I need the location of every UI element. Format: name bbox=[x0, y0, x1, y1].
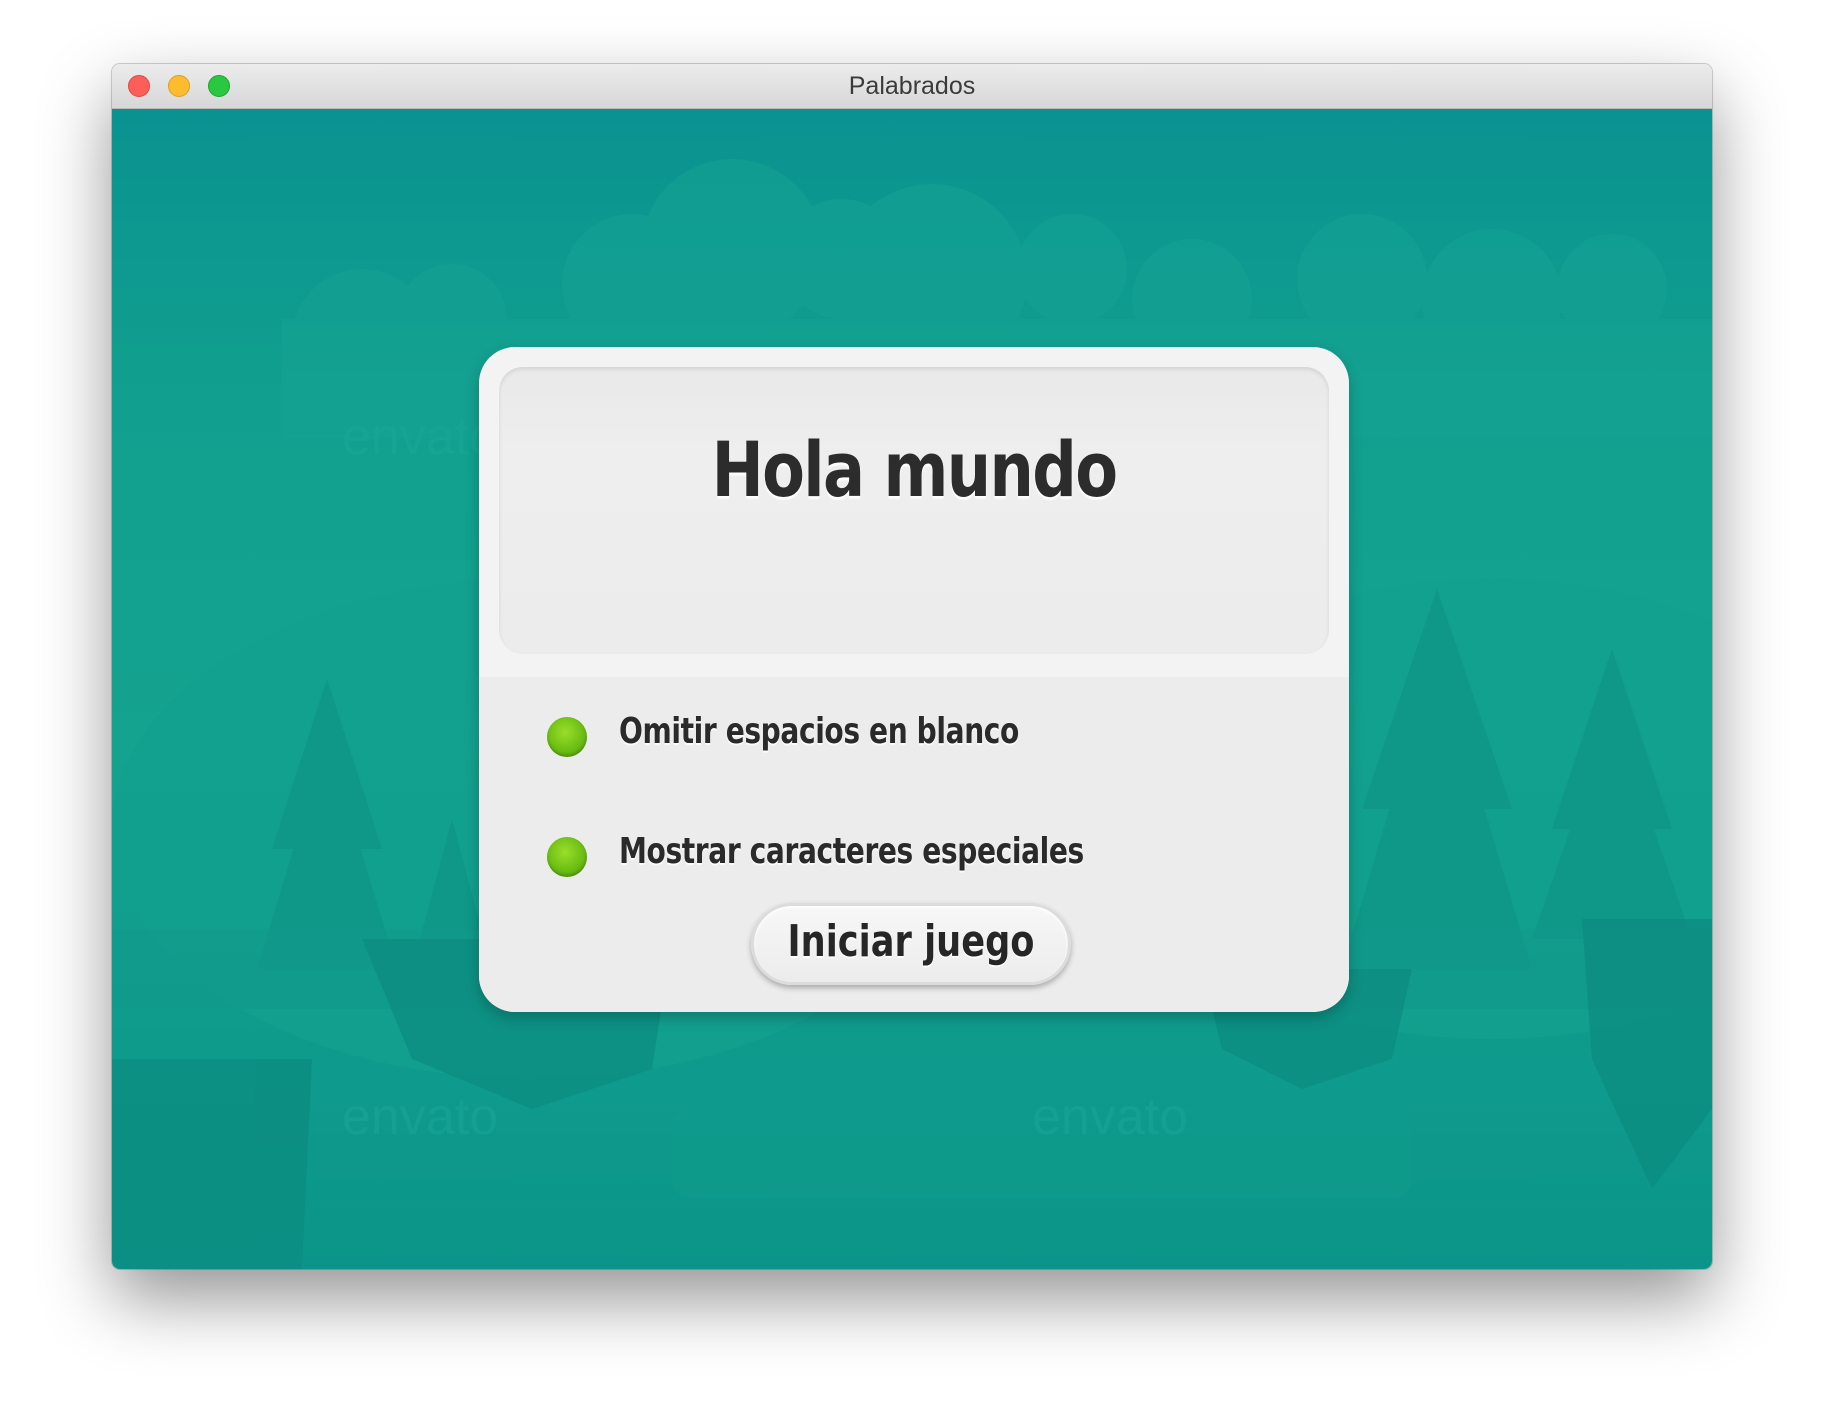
game-background: envato envato envato Hola mundo Omitir e… bbox=[112, 109, 1712, 1269]
option-skip-whitespace[interactable]: Omitir espacios en blanco bbox=[479, 707, 1349, 767]
green-dot-icon[interactable] bbox=[547, 837, 587, 877]
green-dot-icon[interactable] bbox=[547, 717, 587, 757]
window-title: Palabrados bbox=[848, 72, 976, 100]
card-title: Hola mundo bbox=[711, 425, 1118, 514]
option-label: Mostrar caracteres especiales bbox=[619, 831, 1084, 872]
watermark-text: envato bbox=[1032, 1088, 1188, 1146]
option-label: Omitir espacios en blanco bbox=[619, 711, 1019, 752]
start-game-button[interactable]: Iniciar juego bbox=[751, 903, 1071, 985]
title-bar[interactable]: Palabrados bbox=[112, 64, 1712, 109]
app-window: Palabrados envato envato envato Hola mun… bbox=[112, 64, 1712, 1269]
watermark-text: envato bbox=[342, 1088, 498, 1146]
start-game-button-label: Iniciar juego bbox=[787, 916, 1035, 967]
title-panel: Hola mundo bbox=[499, 367, 1329, 654]
settings-card: Hola mundo Omitir espacios en blanco Mos… bbox=[479, 347, 1349, 1012]
watermark-text: envato bbox=[342, 408, 498, 466]
option-show-special-characters[interactable]: Mostrar caracteres especiales bbox=[479, 827, 1349, 887]
